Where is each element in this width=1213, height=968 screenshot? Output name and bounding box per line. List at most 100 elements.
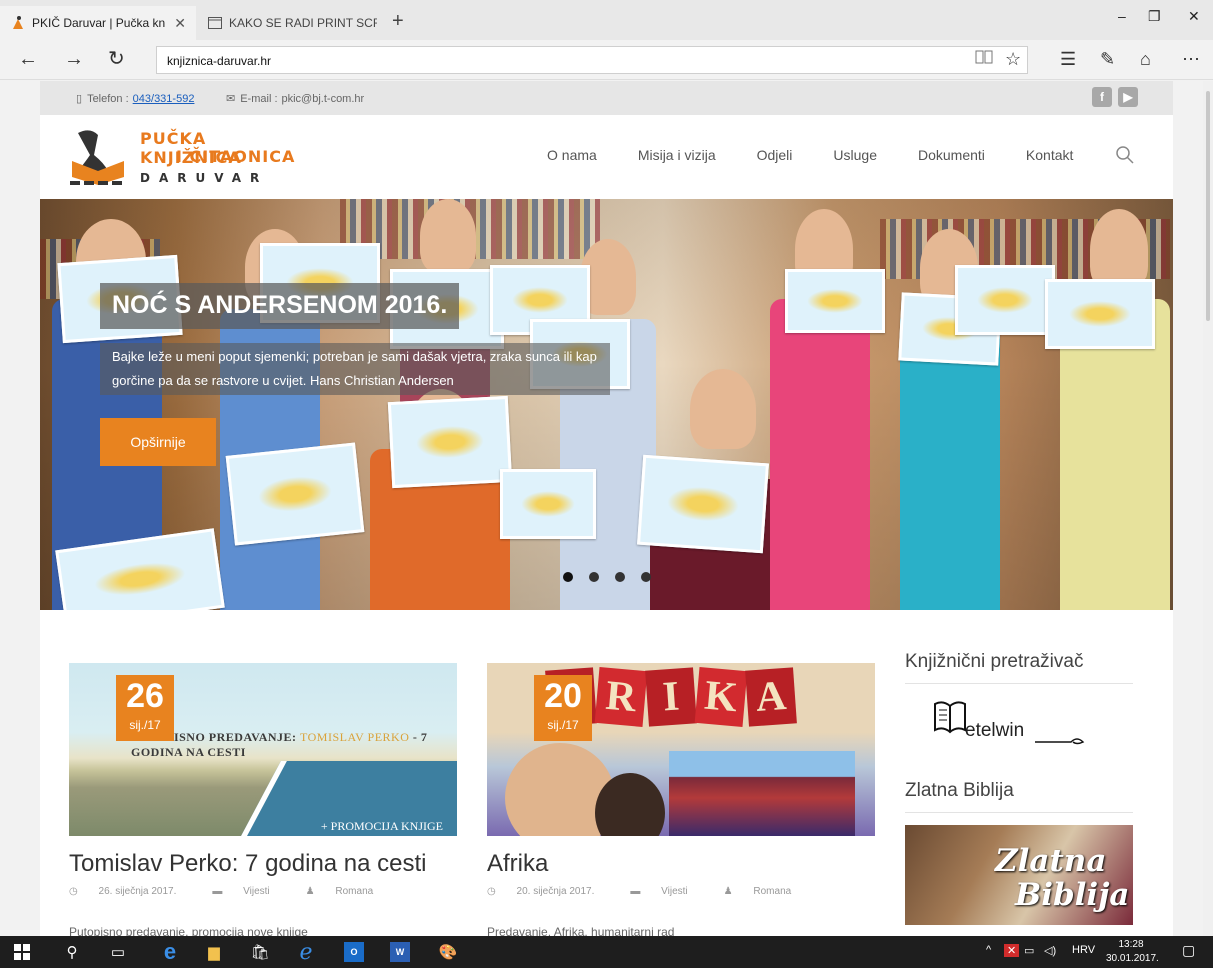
back-arrow-icon[interactable]: ← — [18, 48, 38, 70]
hero-text: Bajke leže u meni poput sjemenki; potreb… — [100, 343, 610, 395]
metelwin-link[interactable]: etelwin — [905, 684, 1133, 780]
menu-item-o-nama[interactable]: O nama — [547, 147, 597, 163]
search-icon[interactable] — [1115, 145, 1135, 165]
notification-icon[interactable]: ▢ — [1182, 942, 1195, 959]
menu-item-dokumenti[interactable]: Dokumenti — [918, 147, 985, 163]
tab-label: KAKO SE RADI PRINT SCREE — [229, 16, 377, 30]
site-favicon-icon — [10, 15, 26, 31]
date-month: sij./17 — [129, 718, 161, 732]
website: ▯ Telefon : 043/331-592 ✉ E-mail : pkic@… — [40, 81, 1173, 936]
browser-tab-bar: PKIČ Daruvar | Pučka kn ✕ KAKO SE RADI P… — [0, 0, 1213, 40]
outlook-icon[interactable]: O — [344, 942, 364, 962]
hero-slider: NOĆ S ANDERSENOM 2016. Bajke leže u meni… — [40, 199, 1173, 610]
post-date: ◷ 26. siječnja 2017. — [69, 886, 194, 897]
post-title[interactable]: Tomislav Perko: 7 godina na cesti — [69, 850, 457, 878]
user-icon: ♟ — [305, 886, 318, 897]
logo-line-2: I ČITAONICA — [176, 147, 296, 166]
tab-pkic-daruvar[interactable]: PKIČ Daruvar | Pučka kn ✕ — [0, 6, 196, 40]
restore-button[interactable]: ❐ — [1148, 8, 1161, 25]
slider-dot-3[interactable] — [615, 572, 625, 582]
category-text[interactable]: Vijesti — [243, 886, 270, 897]
post-image[interactable]: F R I K A 20 sij./17 — [487, 663, 875, 836]
site-header: PUČKA KNJIŽNICA I ČITAONICA DARUVAR O na… — [40, 115, 1173, 199]
page-icon — [207, 15, 223, 31]
slider-dot-4[interactable] — [641, 572, 651, 582]
tab-print-screen[interactable]: KAKO SE RADI PRINT SCREE — [197, 6, 387, 40]
file-explorer-icon[interactable]: ▆ — [204, 942, 224, 962]
volume-icon[interactable]: ◁) — [1044, 944, 1056, 957]
menu-item-misija[interactable]: Misija i vizija — [638, 147, 716, 163]
minimize-button[interactable]: – — [1118, 8, 1126, 24]
windows-start-icon[interactable] — [12, 942, 32, 962]
more-options-icon[interactable]: ⋯ — [1182, 49, 1200, 70]
input-language[interactable]: HRV — [1072, 944, 1095, 956]
author-text[interactable]: Romana — [335, 886, 373, 897]
letter: A — [745, 667, 797, 727]
child — [770, 299, 870, 610]
scrollbar-thumb[interactable] — [1206, 91, 1210, 321]
store-icon[interactable]: 🛍 — [250, 942, 270, 962]
library-logo[interactable]: PUČKA KNJIŽNICA I ČITAONICA DARUVAR — [68, 125, 308, 191]
hero-title: NOĆ S ANDERSENOM 2016. — [100, 283, 460, 329]
reading-view-icon[interactable] — [975, 49, 993, 70]
phone-icon: ▯ — [76, 93, 83, 105]
close-window-button[interactable]: ✕ — [1188, 8, 1200, 25]
contact-strip: ▯ Telefon : 043/331-592 ✉ E-mail : pkic@… — [40, 81, 1173, 115]
stork-book-logo-icon — [70, 130, 124, 185]
share-icon[interactable]: ⌂ — [1140, 49, 1151, 70]
main-menu: O nama Misija i vizija Odjeli Usluge Dok… — [547, 147, 1114, 163]
hub-icon[interactable]: ☰ — [1060, 49, 1076, 70]
slider-dot-2[interactable] — [589, 572, 599, 582]
browser-nav-bar: ← → ↻ knjiznica-daruvar.hr ☆ ☰ ✎ ⌂ ⋯ — [0, 40, 1213, 80]
post-meta: ◷ 20. siječnja 2017. ▬ Vijesti ♟ Romana — [487, 886, 875, 897]
tab-close-icon[interactable]: ✕ — [174, 15, 186, 32]
metelwin-text: etelwin — [965, 720, 1025, 741]
biblija-line-2: Biblija — [1015, 877, 1130, 913]
date-day: 26 — [126, 677, 164, 715]
refresh-icon[interactable]: ↻ — [108, 48, 125, 70]
tray-overflow-icon[interactable]: ^ — [986, 944, 991, 956]
address-bar[interactable]: knjiznica-daruvar.hr — [156, 46, 1028, 74]
post-image[interactable]: PUTOPISNO PREDAVANJE: TOMISLAV PERKO - 7… — [69, 663, 457, 836]
date-day: 20 — [544, 677, 582, 715]
image-promo: + PROMOCIJA KNJIGE — [320, 819, 443, 833]
menu-item-kontakt[interactable]: Kontakt — [1026, 147, 1073, 163]
email-text: pkic@bj.t-com.hr — [281, 92, 365, 105]
favorite-star-icon[interactable]: ☆ — [1005, 49, 1021, 70]
date-badge: 20 sij./17 — [534, 675, 592, 741]
paint-icon[interactable]: 🎨 — [438, 942, 458, 962]
certificate — [500, 469, 596, 539]
hero-read-more-button[interactable]: Opširnije — [100, 418, 216, 466]
search-icon[interactable]: ⚲ — [62, 942, 82, 962]
menu-item-odjeli[interactable]: Odjeli — [757, 147, 793, 163]
page-scrollbar[interactable] — [1203, 81, 1213, 936]
user-icon: ♟ — [723, 886, 736, 897]
new-tab-button[interactable]: + — [392, 10, 404, 33]
youtube-icon[interactable]: ▶ — [1118, 87, 1138, 107]
phone-link[interactable]: 043/331-592 — [133, 93, 195, 105]
category-text[interactable]: Vijesti — [661, 886, 688, 897]
mail-icon: ✉ — [226, 93, 236, 105]
post-author: ♟ Romana — [724, 886, 810, 897]
system-clock[interactable]: 13:28 30.01.2017. — [1106, 938, 1159, 966]
network-icon[interactable]: ▭ — [1024, 944, 1034, 957]
date-text[interactable]: 20. siječnja 2017. — [517, 886, 595, 897]
page-viewport: ▯ Telefon : 043/331-592 ✉ E-mail : pkic@… — [0, 81, 1213, 936]
web-note-icon[interactable]: ✎ — [1100, 49, 1115, 70]
zlatna-biblija-banner[interactable]: Zlatna Biblija — [905, 825, 1133, 925]
edge-icon[interactable]: e — [160, 939, 180, 964]
word-icon[interactable]: W — [390, 942, 410, 962]
date-text[interactable]: 26. siječnja 2017. — [99, 886, 177, 897]
post-title[interactable]: Afrika — [487, 850, 875, 878]
facebook-icon[interactable]: f — [1092, 87, 1112, 107]
internet-explorer-icon[interactable]: ℯ — [296, 939, 316, 964]
task-view-icon[interactable]: ▭ — [108, 942, 128, 962]
post-excerpt: Predavanje, Afrika, humanitarni rad — [487, 925, 675, 936]
phone-label: Telefon : — [87, 92, 129, 105]
biblija-line-1: Zlatna — [995, 843, 1107, 879]
slider-dot-1[interactable] — [563, 572, 573, 582]
author-text[interactable]: Romana — [753, 886, 791, 897]
forward-arrow-icon[interactable]: → — [64, 48, 84, 70]
menu-item-usluge[interactable]: Usluge — [833, 147, 877, 163]
antivirus-icon[interactable]: ✕ — [1004, 944, 1020, 957]
